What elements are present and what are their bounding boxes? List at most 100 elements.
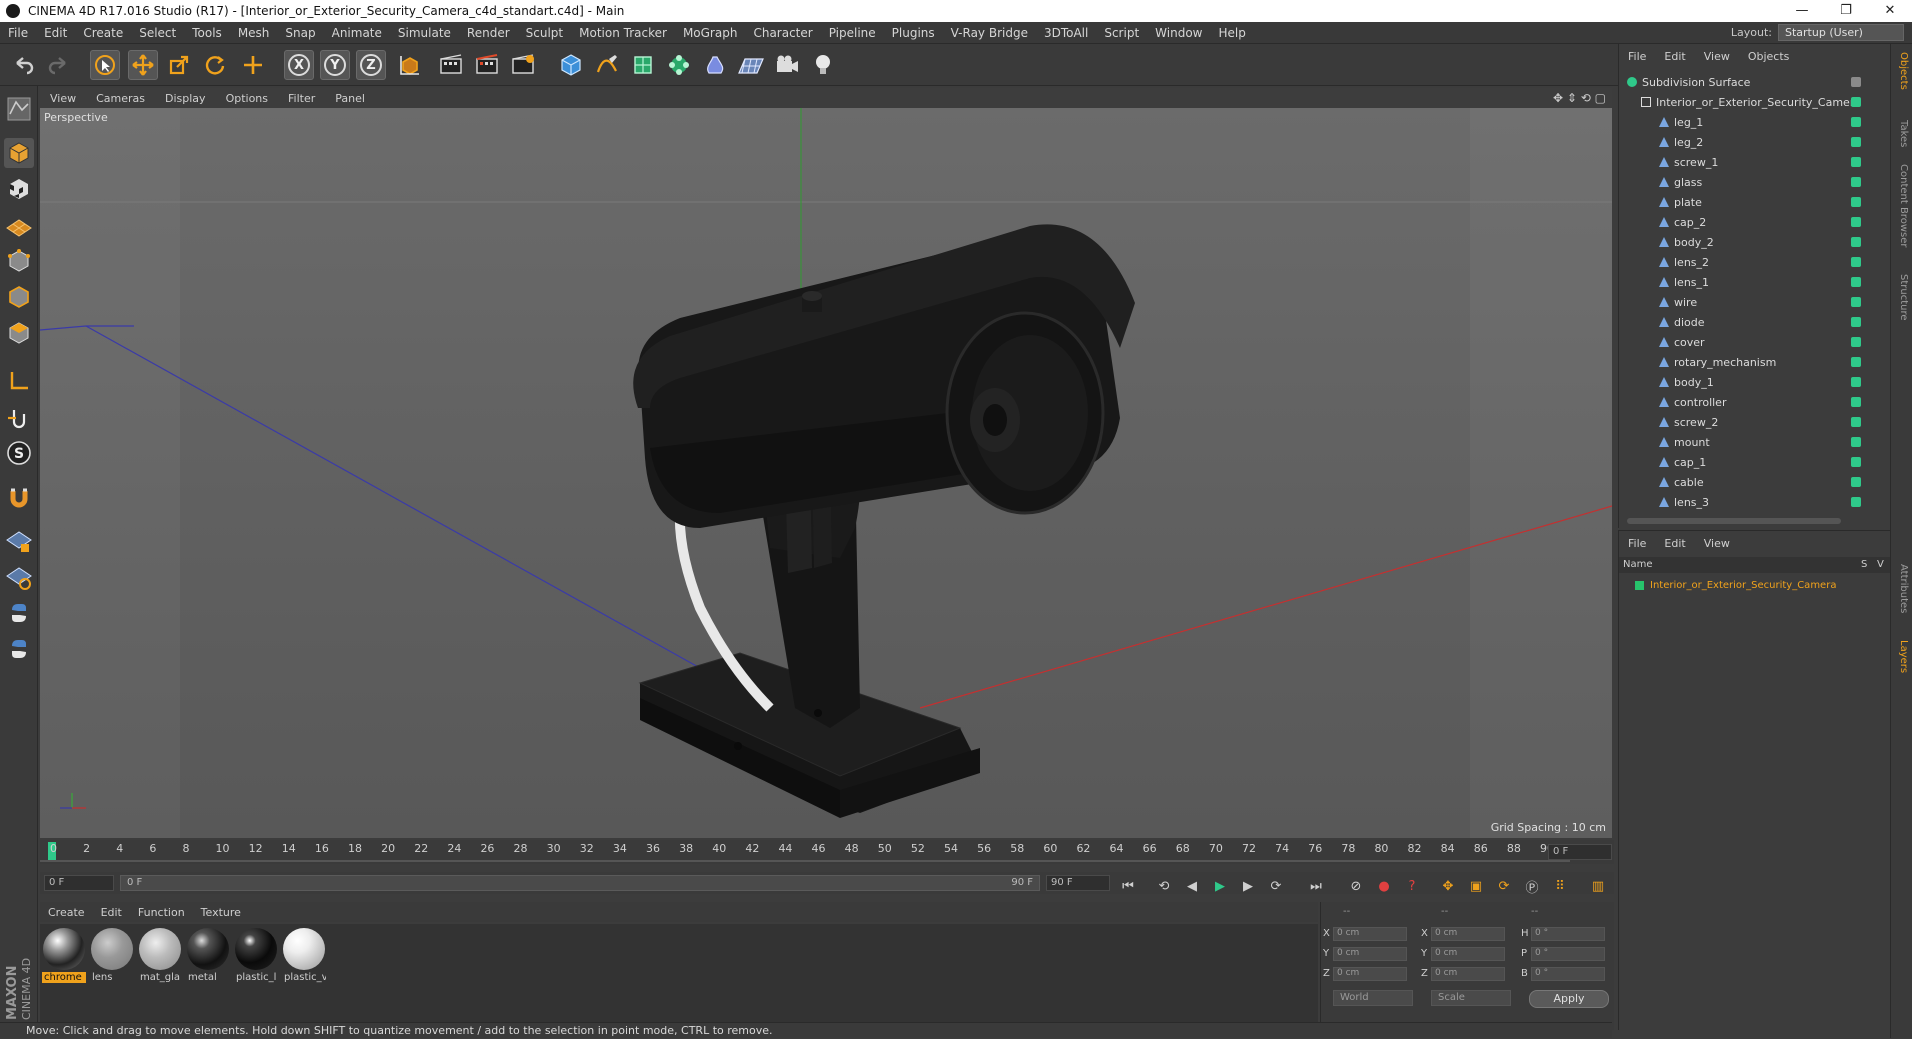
object-row[interactable]: cap_2 [1619,212,1869,232]
menu-pipeline[interactable]: Pipeline [821,26,884,40]
3d-viewport[interactable]: Perspective Grid Spacing: 10 cm [40,108,1612,838]
material-menu-function[interactable]: Function [130,906,193,919]
edges-mode-icon[interactable] [4,282,34,312]
menu-plugins[interactable]: Plugins [884,26,943,40]
size-x-field[interactable]: 0 cm [1431,927,1505,941]
move-tool-icon[interactable] [128,50,158,80]
size-mode-dropdown[interactable]: Scale [1431,990,1511,1006]
menu-simulate[interactable]: Simulate [390,26,459,40]
menu-character[interactable]: Character [745,26,820,40]
menu-mograph[interactable]: MoGraph [675,26,746,40]
tab-structure[interactable]: Structure [1895,274,1909,321]
snap-icon[interactable]: S [4,438,34,468]
coordinate-space-dropdown[interactable]: World [1333,990,1413,1006]
menu-select[interactable]: Select [131,26,184,40]
visibility-check[interactable] [1851,417,1861,427]
material-menu-edit[interactable]: Edit [93,906,130,919]
workplane-lock-icon[interactable] [4,526,34,556]
visibility-check[interactable] [1851,397,1861,407]
render-settings-icon[interactable] [508,50,538,80]
spline-pen-icon[interactable] [592,50,622,80]
viewport-menu-panel[interactable]: Panel [325,92,375,105]
tab-attributes[interactable]: Attributes [1895,564,1909,613]
key-rotation-icon[interactable]: ⟳ [1492,874,1516,898]
object-row[interactable]: cover [1619,332,1869,352]
key-point-level-icon[interactable]: ⠿ [1548,874,1572,898]
visibility-check[interactable] [1851,277,1861,287]
record-keys-icon[interactable]: ⊘ [1344,874,1368,898]
menu-file[interactable]: File [0,26,36,40]
object-row[interactable]: diode [1619,312,1869,332]
close-button[interactable]: ✕ [1868,0,1912,22]
layers-menu-view[interactable]: View [1695,537,1739,550]
cloner-icon[interactable] [664,50,694,80]
render-picture-viewer-icon[interactable] [472,50,502,80]
objects-horizontal-scrollbar[interactable] [1627,518,1841,524]
position-y-field[interactable]: 0 cm [1333,947,1407,961]
visibility-check[interactable] [1851,197,1861,207]
apply-button[interactable]: Apply [1529,990,1609,1008]
y-axis-lock-button[interactable]: Y [320,50,350,80]
object-row[interactable]: cable [1619,472,1869,492]
go-to-end-icon[interactable]: ⏭ [1304,874,1328,898]
object-row[interactable]: lens_3 [1619,492,1869,512]
material-mat-glass[interactable]: mat_gla [138,926,182,983]
floor-icon[interactable] [736,50,766,80]
magnet-icon[interactable] [4,482,34,512]
viewport-menu-display[interactable]: Display [155,92,216,105]
workplane-icon[interactable] [4,210,34,240]
timeline-window-icon[interactable]: ▥ [1586,874,1610,898]
object-row[interactable]: leg_1 [1619,112,1869,132]
deformer-icon[interactable] [700,50,730,80]
viewport-menu-cameras[interactable]: Cameras [86,92,155,105]
make-editable-icon[interactable] [4,94,34,124]
axis-mode-icon[interactable] [4,366,34,396]
objects-menu-view[interactable]: View [1695,50,1739,63]
rotate-tool-icon[interactable] [200,50,230,80]
material-plastic-black[interactable]: plastic_l [234,926,278,983]
material-menu-create[interactable]: Create [40,906,93,919]
menu-animate[interactable]: Animate [324,26,390,40]
model-mode-icon[interactable] [4,138,34,168]
menu-motion-tracker[interactable]: Motion Tracker [571,26,675,40]
texture-mode-icon[interactable] [4,174,34,204]
object-row[interactable]: rotary_mechanism [1619,352,1869,372]
next-frame-icon[interactable]: ▶ [1236,874,1260,898]
menu-create[interactable]: Create [75,26,131,40]
object-row[interactable]: leg_2 [1619,132,1869,152]
previous-frame-icon[interactable]: ◀ [1180,874,1204,898]
coordinate-system-icon[interactable] [394,50,424,80]
auto-keying-icon[interactable]: ● [1372,874,1396,898]
tab-content-browser[interactable]: Content Browser [1895,164,1909,247]
restore-button[interactable]: ❐ [1824,0,1868,22]
visibility-check[interactable] [1851,137,1861,147]
menu-script[interactable]: Script [1096,26,1147,40]
menu-window[interactable]: Window [1147,26,1210,40]
visibility-check[interactable] [1851,337,1861,347]
visibility-check[interactable] [1851,117,1861,127]
size-z-field[interactable]: 0 cm [1431,967,1505,981]
tab-layers[interactable]: Layers [1895,640,1909,673]
polygons-mode-icon[interactable] [4,318,34,348]
redo-icon[interactable] [44,50,74,80]
viewport-menu-options[interactable]: Options [216,92,278,105]
key-parameter-icon[interactable]: Ⓟ [1520,874,1544,898]
start-frame-field[interactable]: 0 F [44,875,114,891]
objects-menu-objects[interactable]: Objects [1739,50,1799,63]
visibility-check[interactable] [1851,357,1861,367]
menu-tools[interactable]: Tools [184,26,230,40]
workplane-rotate-icon[interactable] [4,562,34,592]
visibility-check[interactable] [1851,77,1861,87]
render-view-icon[interactable] [436,50,466,80]
object-row[interactable]: lens_1 [1619,272,1869,292]
layers-menu-edit[interactable]: Edit [1655,537,1694,550]
light-icon[interactable] [808,50,838,80]
tweak-mode-icon[interactable] [4,402,34,432]
menu-snap[interactable]: Snap [277,26,323,40]
timeline-ruler[interactable]: 0 2 4 6 8 10 12 14 16 18 20 22 24 26 28 30 32 34 36 38 40 42 4… [40,840,1614,864]
object-row[interactable]: lens_2 [1619,252,1869,272]
selection-tool-icon[interactable] [90,50,120,80]
material-lens[interactable]: lens [90,926,134,983]
visibility-check[interactable] [1851,377,1861,387]
object-row[interactable]: controller [1619,392,1869,412]
